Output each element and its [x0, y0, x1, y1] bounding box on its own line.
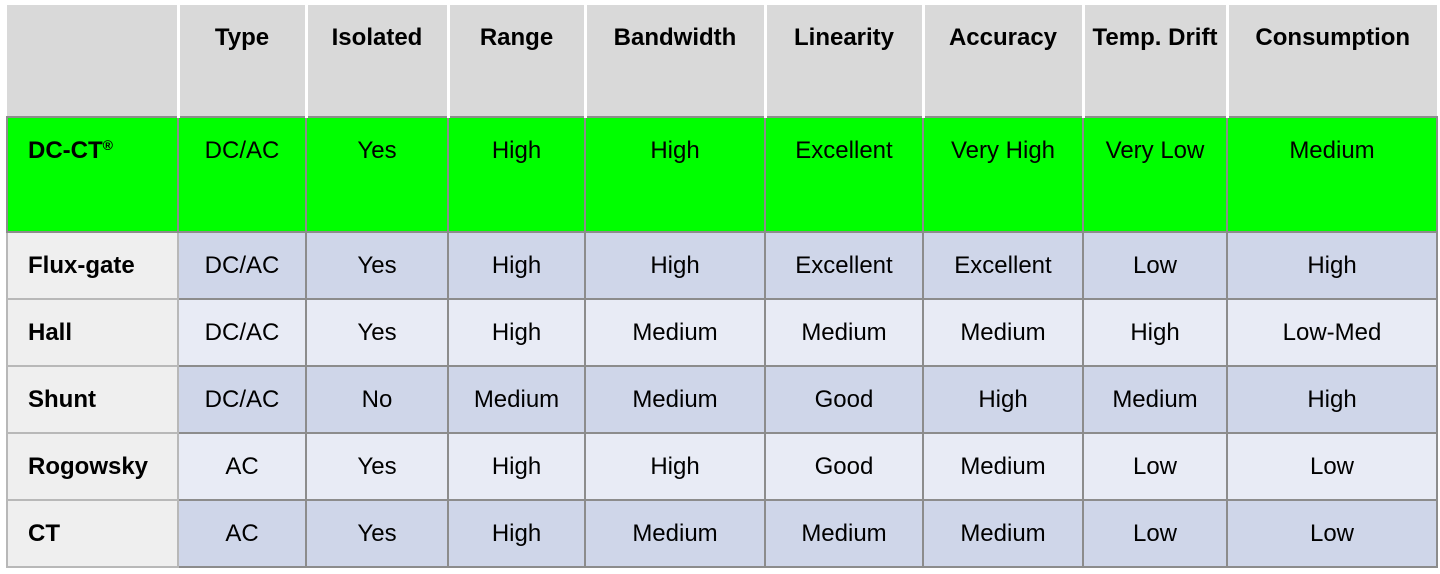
table-row: Hall DC/AC Yes High Medium Medium Medium High Lo…: [6, 298, 1438, 367]
table-cell: Medium: [922, 432, 1084, 501]
table-cell: Medium: [584, 365, 766, 434]
table-cell: No: [305, 365, 449, 434]
table-cell: Low-Med: [1226, 298, 1438, 367]
column-header: Range: [446, 5, 585, 117]
table-cell: High: [447, 432, 586, 501]
table-cell: Yes: [305, 298, 449, 367]
table-row: Rogowsky AC Yes High High Good Medium Low Low: [6, 432, 1438, 501]
table-cell: Low: [1082, 499, 1228, 568]
table-cell: Medium: [447, 365, 586, 434]
table-cell: Good: [764, 365, 924, 434]
column-header: Isolated: [304, 5, 448, 117]
table-cell: Yes: [305, 432, 449, 501]
table-cell: DC/AC: [177, 116, 307, 233]
table-cell: DC/AC: [177, 231, 307, 300]
table-cell: Medium: [584, 298, 766, 367]
table-cell: High: [1226, 231, 1438, 300]
row-header: CT: [6, 499, 179, 568]
comparison-table: Type Isolated Range Bandwidth Linearity Accur…: [6, 5, 1438, 568]
column-header: Linearity: [763, 5, 923, 117]
registered-mark: ®: [102, 137, 113, 153]
table-cell: Good: [764, 432, 924, 501]
table-cell: AC: [177, 499, 307, 568]
table-cell: High: [447, 499, 586, 568]
table-cell: High: [447, 298, 586, 367]
table-row: CT AC Yes High Medium Medium Medium Low Low: [6, 499, 1438, 568]
table-cell: High: [584, 231, 766, 300]
row-header: Rogowsky: [6, 432, 179, 501]
row-name: Rogowsky: [28, 453, 149, 480]
table-cell: Yes: [305, 499, 449, 568]
table-row: DC-CT® DC/AC Yes High High Excellent Very High…: [6, 116, 1438, 233]
column-header: Temp. Drift: [1081, 5, 1227, 117]
table-cell: DC/AC: [177, 298, 307, 367]
table-cell: Excellent: [764, 231, 924, 300]
row-header: Hall: [6, 298, 179, 367]
table-cell: Low: [1226, 499, 1438, 568]
table-row: Shunt DC/AC No Medium Medium Good High Medium Hi…: [6, 365, 1438, 434]
column-header: Bandwidth: [583, 5, 765, 117]
header-corner: [7, 5, 178, 117]
table-cell: High: [922, 365, 1084, 434]
table-cell: Yes: [305, 116, 449, 233]
table-cell: High: [584, 116, 766, 233]
row-header: DC-CT®: [6, 116, 179, 233]
table-cell: High: [1226, 365, 1438, 434]
table-cell: Medium: [922, 499, 1084, 568]
table-cell: High: [447, 116, 586, 233]
table-cell: Excellent: [922, 231, 1084, 300]
column-header: Type: [176, 5, 306, 117]
header-row: Type Isolated Range Bandwidth Linearity Accur…: [7, 5, 1437, 117]
table-cell: Low: [1226, 432, 1438, 501]
table-cell: Very High: [922, 116, 1084, 233]
table-cell: Medium: [1226, 116, 1438, 233]
table-cell: Medium: [1082, 365, 1228, 434]
row-name: CT: [28, 520, 60, 547]
row-name: Shunt: [28, 386, 96, 413]
table-cell: Medium: [584, 499, 766, 568]
table-cell: Medium: [764, 298, 924, 367]
table-cell: DC/AC: [177, 365, 307, 434]
row-header: Shunt: [6, 365, 179, 434]
table-row: Flux-gate DC/AC Yes High High Excellent Excell…: [6, 231, 1438, 300]
table-cell: Medium: [764, 499, 924, 568]
column-header: Accuracy: [921, 5, 1083, 117]
table-cell: Very Low: [1082, 116, 1228, 233]
table-cell: AC: [177, 432, 307, 501]
table-cell: Excellent: [764, 116, 924, 233]
row-name: Hall: [28, 319, 73, 346]
table-cell: High: [447, 231, 586, 300]
table-cell: Low: [1082, 231, 1228, 300]
table-cell: High: [1082, 298, 1228, 367]
table-cell: Medium: [922, 298, 1084, 367]
row-name: DC-CT: [28, 137, 103, 164]
row-name: Flux-gate: [28, 252, 135, 279]
row-header: Flux-gate: [6, 231, 179, 300]
table-cell: High: [584, 432, 766, 501]
column-header: Consumption: [1225, 5, 1437, 117]
table-cell: Low: [1082, 432, 1228, 501]
table-cell: Yes: [305, 231, 449, 300]
